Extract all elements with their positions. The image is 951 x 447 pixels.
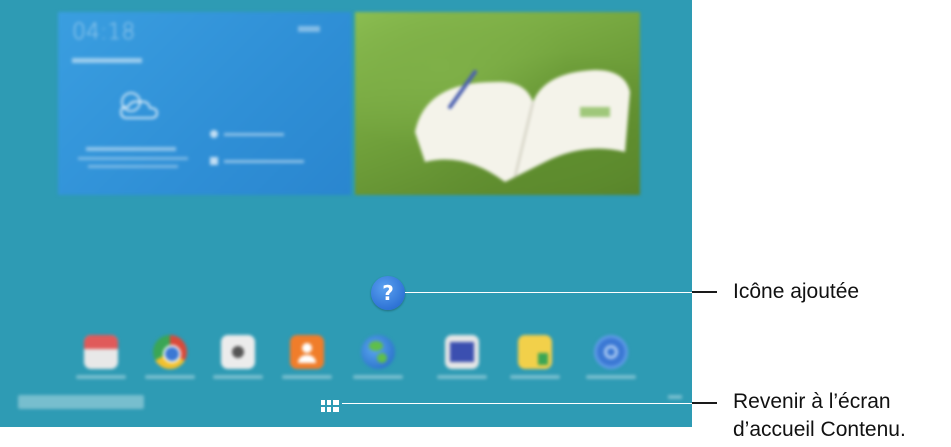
bottom-status-bar xyxy=(18,395,144,409)
callout-added-icon-label: Icône ajoutée xyxy=(733,280,860,303)
settings-app-icon[interactable] xyxy=(594,335,628,369)
callout-leader-added-icon xyxy=(692,291,717,293)
callout-return-label-line2: d’accueil Contenu. xyxy=(733,418,906,441)
callout-leader-apps xyxy=(692,402,717,404)
open-book-image xyxy=(415,70,630,182)
callout-return-label-line1: Revenir à l’écran xyxy=(733,390,891,413)
callout-leader-added-icon-inner xyxy=(405,292,692,293)
contacts-app-icon[interactable] xyxy=(290,335,324,369)
weather-cloud-icon xyxy=(113,90,163,120)
apps-grid-button[interactable] xyxy=(321,397,339,412)
camera-app-icon[interactable] xyxy=(221,335,255,369)
apps-grid-icon xyxy=(321,400,339,412)
photo-book-widget[interactable] xyxy=(355,12,640,195)
clock-time: 04:18 xyxy=(72,20,136,45)
internet-app-icon[interactable] xyxy=(361,335,395,369)
memo-app-icon[interactable] xyxy=(518,335,552,369)
added-help-icon[interactable]: ? xyxy=(371,276,405,310)
app-dock-row xyxy=(0,335,692,385)
gallery-app-icon[interactable] xyxy=(445,335,479,369)
callout-leader-apps-inner xyxy=(342,403,692,404)
weather-clock-widget[interactable]: 04:18 xyxy=(58,12,351,195)
tablet-home-screen: 04:18 ? xyxy=(0,0,692,427)
chrome-app-icon[interactable] xyxy=(153,335,187,369)
calendar-app-icon[interactable] xyxy=(84,335,118,369)
